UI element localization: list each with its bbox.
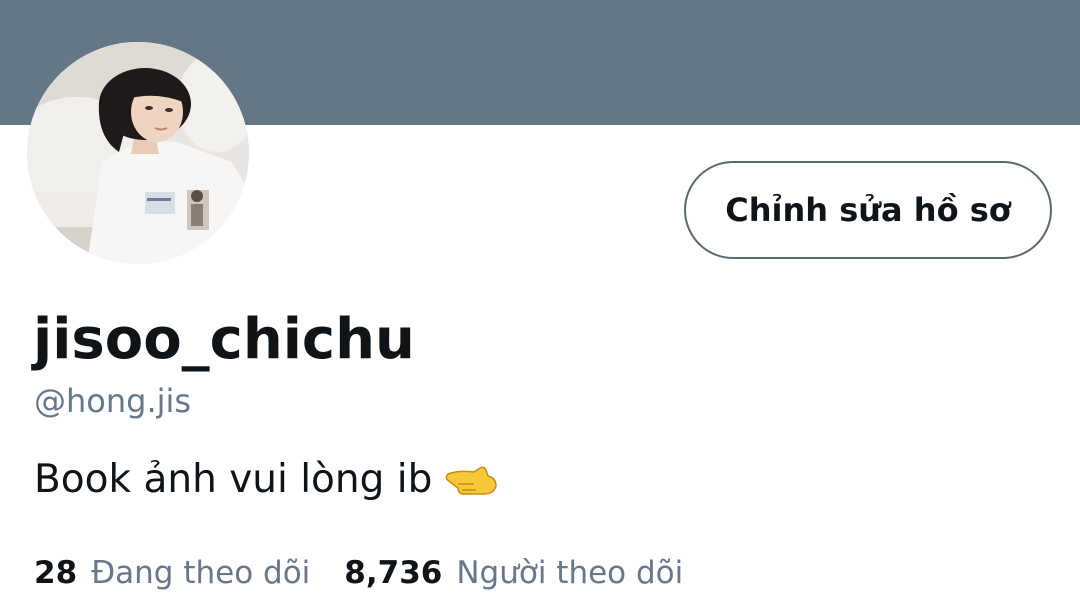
follow-stats: 28 Đang theo dõi 8,736 Người theo dõi: [34, 550, 683, 596]
edit-profile-button[interactable]: Chỉnh sửa hồ sơ: [684, 161, 1052, 259]
profile-bio: Book ảnh vui lòng ib: [34, 452, 500, 508]
avatar[interactable]: [27, 42, 249, 264]
pointing-hand-icon: [444, 460, 500, 500]
bio-text: Book ảnh vui lòng ib: [34, 457, 433, 502]
following-stat[interactable]: 28 Đang theo dõi: [34, 550, 310, 596]
followers-label: Người theo dõi: [456, 555, 684, 591]
following-label: Đang theo dõi: [91, 555, 311, 591]
display-name: jisoo_chichu: [33, 307, 415, 372]
avatar-photo: [27, 42, 249, 264]
followers-count: 8,736: [344, 555, 443, 591]
followers-stat[interactable]: 8,736 Người theo dõi: [344, 550, 683, 596]
username-handle: @hong.jis: [34, 382, 192, 420]
following-count: 28: [34, 555, 78, 591]
profile-page: Chỉnh sửa hồ sơ jisoo_chichu @hong.jis B…: [0, 0, 1080, 608]
